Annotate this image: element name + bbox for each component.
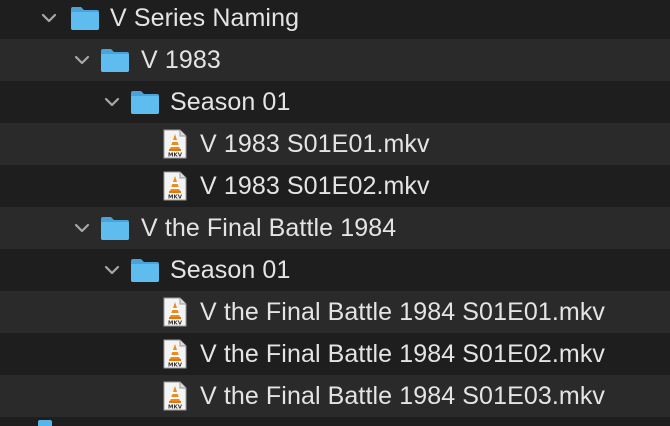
mkv-file-icon: MKV xyxy=(163,171,187,201)
chevron-down-icon[interactable] xyxy=(73,219,91,237)
tree-row-label: V the Final Battle 1984 S01E03.mkv xyxy=(200,381,606,410)
mkv-file-icon: MKV xyxy=(163,297,187,327)
mkv-file-icon: MKV xyxy=(163,129,187,159)
tree-row-label: Season 01 xyxy=(170,87,291,116)
tree-row-file[interactable]: MKV V the Final Battle 1984 S01E02.mkv xyxy=(0,333,670,375)
file-tree: V Series Naming V 1983 Season 01 MKV V 1… xyxy=(0,0,670,417)
folder-icon xyxy=(38,420,52,426)
tree-row-label: Season 01 xyxy=(170,255,291,284)
tree-row-label: V 1983 S01E02.mkv xyxy=(200,171,430,200)
svg-text:MKV: MKV xyxy=(168,195,183,201)
tree-row-file[interactable]: MKV V 1983 S01E01.mkv xyxy=(0,123,670,165)
tree-row-label: V the Final Battle 1984 xyxy=(141,213,397,242)
chevron-down-icon[interactable] xyxy=(103,261,121,279)
folder-icon xyxy=(70,5,100,31)
chevron-down-icon[interactable] xyxy=(103,93,121,111)
chevron-down-icon[interactable] xyxy=(40,9,58,27)
tree-row-label: V the Final Battle 1984 S01E02.mkv xyxy=(200,339,606,368)
mkv-file-icon: MKV xyxy=(163,339,187,369)
folder-icon xyxy=(130,257,160,283)
mkv-file-icon: MKV xyxy=(163,381,187,411)
folder-icon xyxy=(130,89,160,115)
svg-text:MKV: MKV xyxy=(168,321,183,327)
tree-row-v-the-final-battle-1984[interactable]: V the Final Battle 1984 xyxy=(0,207,670,249)
tree-row-v-series-naming[interactable]: V Series Naming xyxy=(0,0,670,39)
tree-row-label: V the Final Battle 1984 S01E01.mkv xyxy=(200,297,606,326)
tree-row-v-1983[interactable]: V 1983 xyxy=(0,39,670,81)
tree-row-season-01[interactable]: Season 01 xyxy=(0,81,670,123)
svg-text:MKV: MKV xyxy=(168,405,183,411)
folder-icon xyxy=(100,215,130,241)
chevron-down-icon[interactable] xyxy=(73,51,91,69)
folder-icon xyxy=(100,47,130,73)
tree-row-file[interactable]: MKV V the Final Battle 1984 S01E01.mkv xyxy=(0,291,670,333)
tree-row-file[interactable]: MKV V the Final Battle 1984 S01E03.mkv xyxy=(0,375,670,417)
tree-row-label: V 1983 xyxy=(141,45,221,74)
tree-row-file[interactable]: MKV V 1983 S01E02.mkv xyxy=(0,165,670,207)
tree-row-label: V Series Naming xyxy=(110,3,300,32)
svg-text:MKV: MKV xyxy=(168,153,183,159)
tree-row-season-01[interactable]: Season 01 xyxy=(0,249,670,291)
svg-text:MKV: MKV xyxy=(168,363,183,369)
tree-row-label: V 1983 S01E01.mkv xyxy=(200,129,430,158)
